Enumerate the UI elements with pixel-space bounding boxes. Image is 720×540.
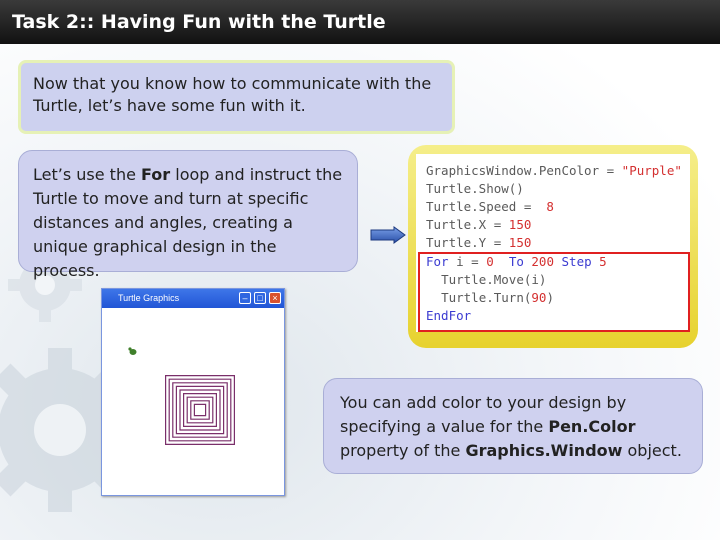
color-text-mid: property of the: [340, 441, 466, 460]
for-text-pre: Let’s use the: [33, 165, 142, 184]
arrow-right-icon: [370, 226, 406, 244]
code-line-5: Turtle.Y = 150: [426, 235, 532, 250]
for-loop-highlight: [418, 252, 690, 332]
maximize-button[interactable]: □: [254, 292, 266, 304]
for-keyword: For: [141, 165, 171, 184]
pen-color-text-box: You can add color to your design by spec…: [323, 378, 703, 474]
slide-title: Task 2:: Having Fun with the Turtle: [0, 0, 720, 44]
pen-color-keyword: Pen.Color: [548, 417, 636, 436]
color-text-post: object.: [622, 441, 682, 460]
code-line-1: GraphicsWindow.PenColor = "Purple": [426, 163, 682, 178]
minimize-button[interactable]: –: [239, 292, 251, 304]
close-button[interactable]: ×: [269, 292, 281, 304]
turtle-window-titlebar: Turtle Graphics – □ ×: [102, 289, 284, 308]
for-loop-text-box: Let’s use the For loop and instruct the …: [18, 150, 358, 280]
code-line-4: Turtle.X = 150: [426, 217, 532, 232]
turtle-icon: [128, 347, 137, 355]
turtle-graphics-window: Turtle Graphics – □ ×: [101, 288, 285, 496]
intro-text: Now that you know how to communicate wit…: [33, 74, 432, 115]
turtle-spiral-canvas: [128, 347, 235, 445]
intro-text-box: Now that you know how to communicate wit…: [18, 60, 455, 134]
graphics-window-keyword: Graphics.Window: [465, 441, 623, 460]
code-line-3: Turtle.Speed = 8: [426, 199, 554, 214]
turtle-window-title: Turtle Graphics: [118, 293, 180, 303]
code-line-2: Turtle.Show(): [426, 181, 524, 196]
spiral-path: [165, 375, 235, 445]
